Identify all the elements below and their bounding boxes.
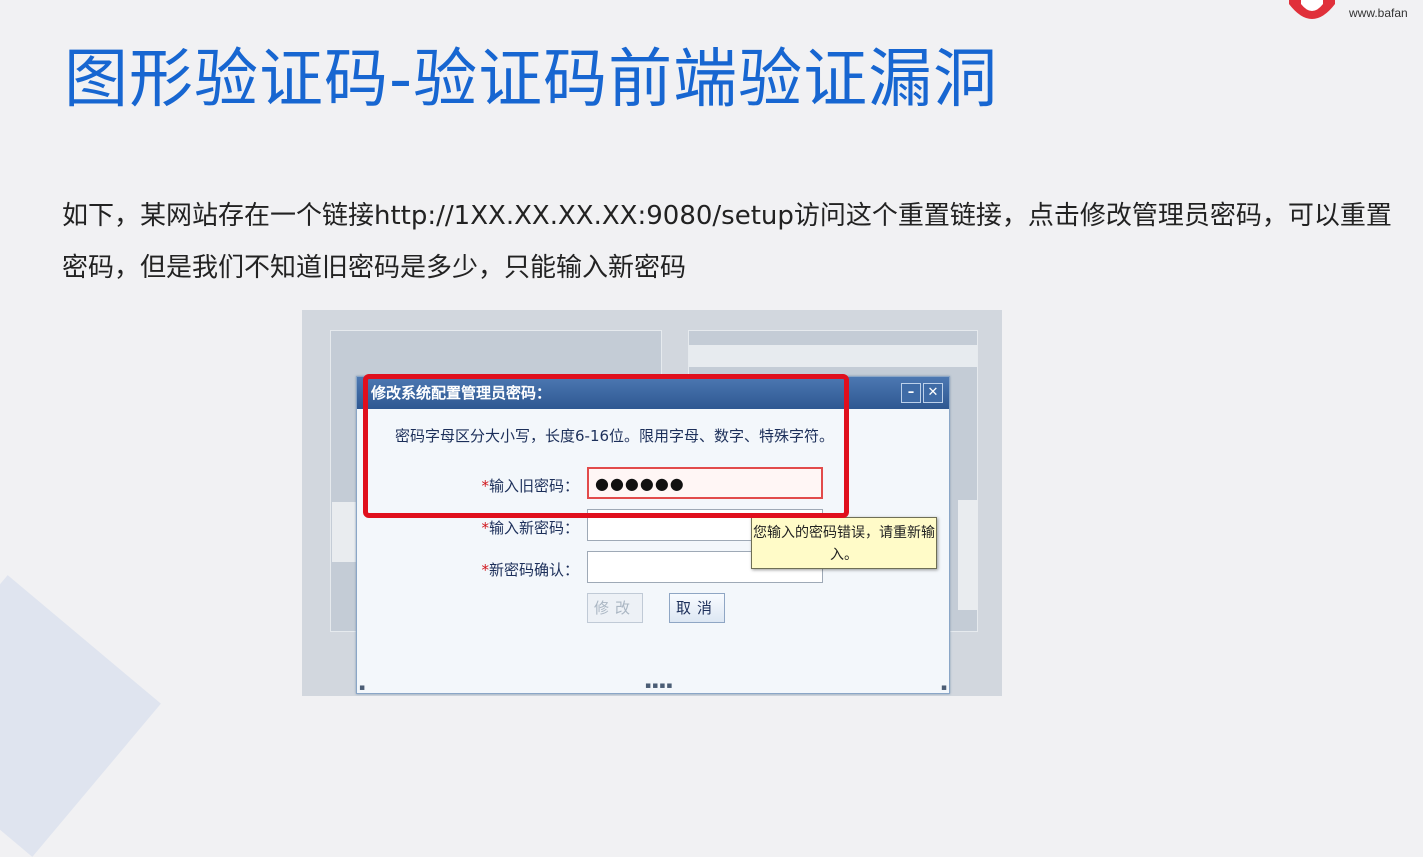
background-panel-bar	[689, 345, 977, 367]
close-icon[interactable]: ✕	[923, 383, 943, 403]
slide-title: 图形验证码-验证码前端验证漏洞	[64, 43, 999, 117]
resize-handle-bottom-right[interactable]: ▪	[941, 683, 947, 693]
background-side-right	[958, 500, 978, 610]
brand-logo-icon	[1289, 0, 1335, 19]
body-paragraph: 如下，某网站存在一个链接http://1XX.XX.XX.XX:9080/set…	[62, 201, 1392, 283]
decorative-corner-shape	[0, 575, 161, 857]
error-tooltip: 您输入的密码错误，请重新输入。	[751, 517, 937, 569]
submit-button[interactable]: 修改	[587, 593, 643, 623]
new-password-label: *输入新密码：	[481, 519, 579, 537]
background-side-left	[332, 502, 358, 562]
confirm-password-label: *新密码确认：	[481, 561, 579, 579]
brand-url: www.bafan	[1349, 6, 1408, 20]
resize-handle-bottom-left[interactable]: ▪	[359, 683, 365, 693]
required-mark: *	[481, 561, 489, 579]
resize-handle-bottom[interactable]: ▪▪▪▪	[645, 681, 673, 691]
window-buttons: – ✕	[901, 383, 943, 403]
cancel-button[interactable]: 取消	[669, 593, 725, 623]
red-highlight-box	[363, 374, 849, 518]
minimize-icon[interactable]: –	[901, 383, 921, 403]
required-mark: *	[481, 519, 489, 537]
